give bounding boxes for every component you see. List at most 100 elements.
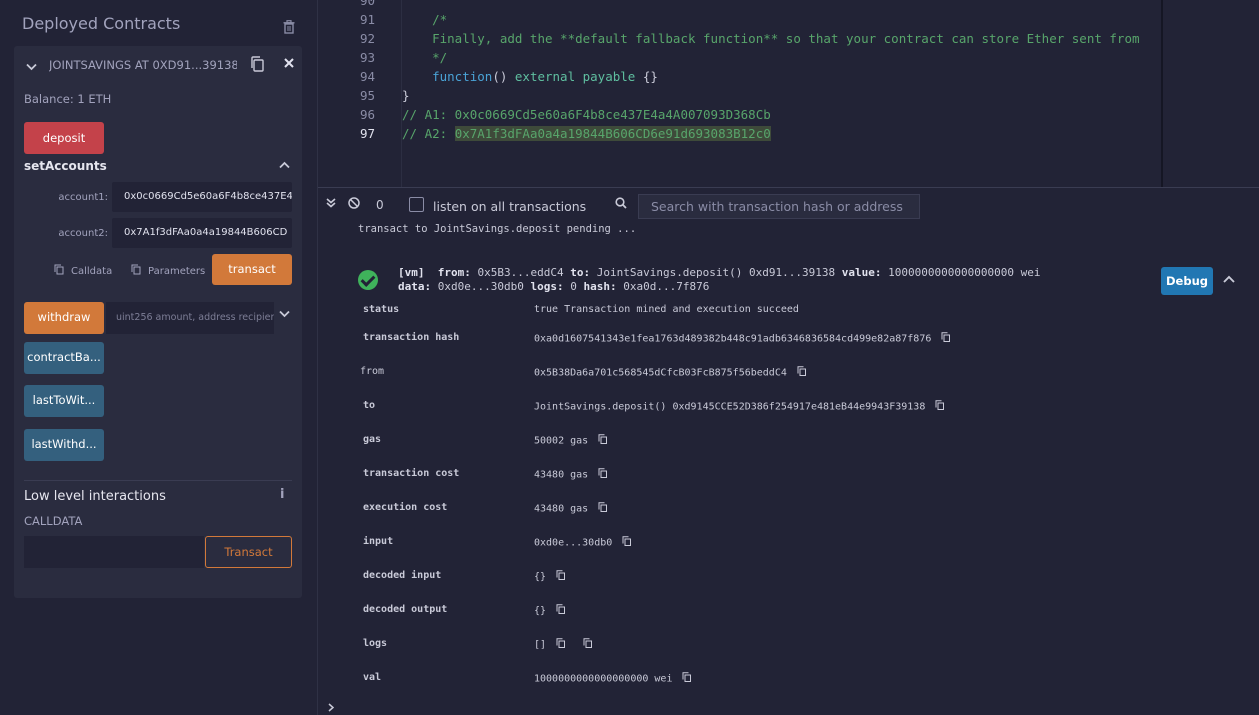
code-text: {} bbox=[635, 69, 658, 84]
to-value: JointSavings.deposit() 0xd91...39138 bbox=[596, 266, 836, 279]
line-number: 93 bbox=[359, 50, 375, 65]
tx-row-key: logs bbox=[363, 638, 388, 649]
low-level-transact-button[interactable]: Transact bbox=[205, 536, 292, 568]
copy-icon[interactable] bbox=[556, 638, 566, 651]
terminal-toolbar: 0 listen on all transactions Search with… bbox=[318, 187, 1259, 224]
tx-row-value: {} bbox=[534, 570, 566, 583]
tx-row-value: 43480 gas bbox=[534, 502, 608, 515]
line-number: 90 bbox=[359, 0, 375, 8]
tx-row-key: from bbox=[360, 366, 385, 377]
selected-text: 0x7A1f3dFAa0a4a19844B606CD6e91d693083B12… bbox=[454, 126, 771, 141]
editor-scrollbar[interactable] bbox=[1161, 0, 1163, 187]
copy-icon[interactable] bbox=[797, 366, 806, 379]
last-withdraw-button[interactable]: lastWithd... bbox=[24, 429, 104, 461]
tx-row-value: JointSavings.deposit() 0xd9145CCE52D386f… bbox=[534, 400, 945, 413]
copy-calldata-button[interactable]: Calldata bbox=[54, 264, 112, 277]
pending-message: transact to JointSavings.deposit pending… bbox=[358, 223, 637, 235]
copy-parameters-button[interactable]: Parameters bbox=[131, 264, 205, 277]
listen-checkbox[interactable] bbox=[409, 197, 424, 212]
calldata-title: CALLDATA bbox=[24, 514, 83, 528]
line-number: 97 bbox=[359, 126, 375, 141]
code-text: () bbox=[492, 69, 515, 84]
code-line: */ bbox=[402, 50, 448, 65]
info-icon[interactable]: i bbox=[280, 487, 284, 502]
transact-button[interactable]: transact bbox=[212, 254, 292, 285]
account1-input[interactable]: 0x0c0669Cd5e60a6F4b8ce437E4 bbox=[112, 182, 292, 212]
chevron-down-icon[interactable] bbox=[279, 308, 290, 321]
copy-icon[interactable] bbox=[598, 502, 608, 515]
debug-button[interactable]: Debug bbox=[1161, 267, 1213, 295]
chevron-up-icon[interactable] bbox=[279, 159, 290, 172]
last-to-withdraw-button[interactable]: lastToWit... bbox=[24, 385, 104, 417]
success-check-icon bbox=[358, 270, 378, 290]
tx-row-value: 50002 gas bbox=[534, 434, 608, 447]
chevron-right-icon[interactable] bbox=[328, 702, 335, 715]
trash-icon[interactable] bbox=[283, 20, 295, 34]
tx-row-key: to bbox=[363, 400, 376, 411]
vm-tag: [vm] bbox=[398, 266, 425, 279]
listen-label[interactable]: listen on all transactions bbox=[433, 199, 586, 214]
divider bbox=[24, 480, 292, 481]
tx-row-value: [] bbox=[534, 638, 593, 651]
copy-icon[interactable] bbox=[682, 672, 692, 685]
close-icon[interactable] bbox=[284, 56, 294, 72]
code-line: Finally, add the **default fallback func… bbox=[402, 31, 1140, 46]
chevron-down-icon[interactable] bbox=[26, 60, 37, 74]
calldata-label: Calldata bbox=[71, 266, 113, 277]
code-keyword: external payable bbox=[514, 69, 636, 84]
account2-label: account2: bbox=[58, 228, 108, 239]
copy-icon[interactable] bbox=[935, 400, 945, 413]
contract-instance: JOINTSAVINGS AT 0XD91...39138 (M Balance… bbox=[14, 46, 302, 598]
hash-value: 0xa0d...7f876 bbox=[623, 280, 710, 293]
tx-row-key: transaction hash bbox=[363, 332, 460, 343]
code-line: function() external payable {} bbox=[402, 69, 658, 84]
value-value: 1000000000000000000 wei bbox=[888, 266, 1041, 279]
search-input[interactable]: Search with transaction hash or address bbox=[638, 194, 920, 219]
from-value: 0x5B3...eddC4 bbox=[477, 266, 564, 279]
pending-tx-count: 0 bbox=[376, 198, 384, 212]
tx-row-key: gas bbox=[363, 434, 382, 445]
copy-icon[interactable] bbox=[250, 56, 264, 72]
copy-icon bbox=[54, 264, 64, 275]
logs-value: 0 bbox=[570, 280, 577, 293]
deployed-contracts-panel: Deployed Contracts JOINTSAVINGS AT 0XD91… bbox=[0, 0, 318, 715]
copy-icon[interactable] bbox=[941, 332, 951, 345]
copy-icon[interactable] bbox=[622, 536, 632, 549]
clear-console-icon[interactable] bbox=[348, 197, 360, 213]
line-number: 92 bbox=[359, 31, 375, 46]
withdraw-button[interactable]: withdraw bbox=[24, 302, 104, 334]
copy-icon[interactable] bbox=[556, 604, 566, 617]
copy-icon[interactable] bbox=[598, 434, 608, 447]
tx-row-key: val bbox=[363, 672, 382, 683]
copy-icon[interactable] bbox=[598, 468, 608, 481]
tx-summary-line[interactable]: data: 0xd0e...30db0 logs: 0 hash: 0xa0d.… bbox=[398, 280, 709, 293]
tx-row-value: true Transaction mined and execution suc… bbox=[534, 304, 799, 315]
code-line: // A2: 0x7A1f3dFAa0a4a19844B606CD6e91d69… bbox=[402, 126, 771, 141]
data-label: data: bbox=[398, 280, 432, 293]
to-label: to: bbox=[570, 266, 591, 279]
terminal-output: transact to JointSavings.deposit pending… bbox=[318, 223, 1259, 715]
line-number: 91 bbox=[359, 12, 375, 27]
code-text: // A2: bbox=[402, 126, 455, 141]
parameters-label: Parameters bbox=[148, 266, 206, 277]
copy-icon[interactable] bbox=[556, 570, 566, 583]
calldata-input[interactable] bbox=[24, 536, 204, 568]
copy-icon bbox=[131, 264, 141, 275]
account1-label: account1: bbox=[58, 192, 108, 203]
contract-name[interactable]: JOINTSAVINGS AT 0XD91...39138 (M bbox=[49, 58, 237, 72]
chevron-up-icon[interactable] bbox=[1223, 272, 1235, 287]
withdraw-params-input[interactable]: uint256 amount, address recipier bbox=[106, 302, 274, 334]
account2-input[interactable]: 0x7A1f3dFAa0a4a19844B606CD bbox=[112, 218, 292, 248]
contract-balance-button[interactable]: contractBa... bbox=[24, 342, 104, 374]
line-numbers: 90 91 92 93 94 95 96 97 bbox=[318, 0, 401, 187]
code-line: /* bbox=[402, 12, 448, 27]
set-accounts-label: setAccounts bbox=[24, 159, 107, 173]
copy-icon[interactable] bbox=[583, 638, 593, 651]
code-editor[interactable]: 90 91 92 93 94 95 96 97 /* Finally, add … bbox=[318, 0, 1259, 187]
from-label: from: bbox=[437, 266, 471, 279]
tx-row-key: transaction cost bbox=[363, 468, 460, 479]
double-chevron-down-icon[interactable] bbox=[326, 198, 336, 211]
value-label: value: bbox=[841, 266, 882, 279]
tx-summary-line[interactable]: [vm] from: 0x5B3...eddC4 to: JointSaving… bbox=[398, 266, 1040, 279]
deposit-button[interactable]: deposit bbox=[24, 122, 104, 154]
